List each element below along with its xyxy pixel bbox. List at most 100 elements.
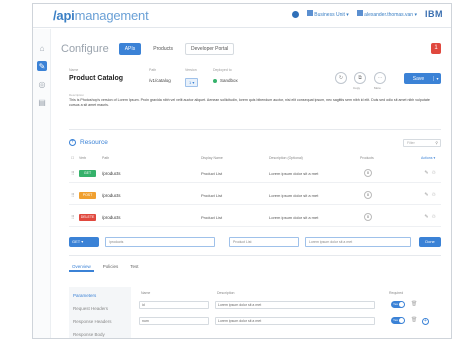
- chevron-down-icon[interactable]: ▾: [433, 76, 441, 81]
- tab-test[interactable]: Test: [127, 263, 141, 272]
- col-display-name[interactable]: Display Name: [201, 156, 223, 160]
- user-menu[interactable]: alexander.thomas.van ▾: [356, 10, 417, 18]
- description-input[interactable]: Lorem ipsum dolor sit a met: [305, 237, 411, 247]
- param-name-input[interactable]: num: [139, 317, 209, 325]
- home-icon[interactable]: ⌂: [37, 43, 47, 53]
- drag-handle-icon[interactable]: ⠿: [71, 171, 75, 177]
- col-products[interactable]: Products: [360, 156, 374, 160]
- nav-response-headers[interactable]: Response Headers: [73, 319, 112, 324]
- tab-policies[interactable]: Policies: [100, 263, 122, 272]
- tab-apis[interactable]: APIs: [118, 43, 142, 55]
- drag-handle-icon[interactable]: ⠿: [71, 193, 75, 199]
- edit-icon[interactable]: ✎: [37, 61, 47, 71]
- delete-row-icon[interactable]: ♲: [432, 192, 439, 198]
- add-resource-icon[interactable]: +: [69, 139, 76, 146]
- param-name-value: id: [142, 303, 145, 307]
- save-label: Save: [412, 75, 425, 82]
- edit-row-icon[interactable]: ✎: [424, 192, 431, 198]
- products-count[interactable]: 0: [364, 191, 372, 199]
- row-display-name: Product List: [201, 193, 223, 198]
- path-input[interactable]: /products: [105, 237, 215, 247]
- param-description-value: Lorem ipsum dolor sit a met: [218, 303, 262, 307]
- col-actions-label: Actions: [421, 156, 433, 160]
- param-col-description: Description: [217, 291, 235, 295]
- more-icon[interactable]: ⋯: [374, 72, 386, 84]
- edit-row-icon[interactable]: ✎: [424, 214, 431, 220]
- nav-parameters[interactable]: Parameters: [73, 293, 96, 298]
- trash-icon[interactable]: 🗑: [411, 317, 417, 323]
- help-icon[interactable]: [291, 10, 299, 18]
- top-bar: /apimanagement Business Unit ▾ alexander…: [33, 4, 451, 28]
- required-toggle[interactable]: Yes: [391, 301, 405, 308]
- deploy-status: Sandbox: [213, 78, 238, 83]
- done-button[interactable]: Done: [419, 237, 441, 247]
- col-description[interactable]: Description (Optional): [269, 156, 303, 160]
- row-display-name: Product List: [201, 215, 223, 220]
- param-description-value: Lorem ipsum dolor sit a met: [218, 319, 262, 323]
- parameter-nav: Parameters Request Headers Response Head…: [69, 287, 131, 338]
- nav-response-body[interactable]: Response Body: [73, 332, 105, 337]
- param-col-required: Required: [389, 291, 404, 295]
- tab-products[interactable]: Products: [147, 43, 179, 55]
- row-actions: ✎♲: [424, 214, 439, 220]
- table-row[interactable]: ⠿ GET /products Product List Lorem ipsum…: [69, 165, 441, 183]
- section-divider: [69, 255, 441, 256]
- products-count[interactable]: 0: [364, 213, 372, 221]
- drag-handle-icon[interactable]: ⠿: [71, 215, 75, 221]
- business-unit-icon: [306, 10, 313, 16]
- select-all-icon[interactable]: ☐: [71, 156, 74, 160]
- verb-badge: GET: [79, 170, 96, 177]
- version-label: Version: [185, 68, 197, 72]
- param-description-input[interactable]: Lorem ipsum dolor sit a met: [215, 317, 375, 325]
- path-label: Path: [149, 68, 157, 72]
- required-toggle-label: Yes: [393, 318, 398, 322]
- alert-badge[interactable]: 1: [431, 43, 441, 54]
- edit-row-icon[interactable]: ✎: [424, 170, 431, 176]
- business-unit-menu[interactable]: Business Unit ▾: [306, 10, 349, 18]
- param-col-name: Name: [141, 291, 151, 295]
- trash-icon[interactable]: 🗑: [411, 301, 417, 307]
- verb-select[interactable]: GET ▾: [69, 237, 99, 247]
- analytics-icon[interactable]: ◎: [37, 79, 47, 89]
- brand-api: /api: [53, 8, 75, 23]
- name-label: Name: [69, 68, 79, 72]
- col-path[interactable]: Path: [102, 156, 109, 160]
- delete-row-icon[interactable]: ♲: [432, 214, 439, 220]
- product-path[interactable]: /v1/catalog: [149, 78, 171, 83]
- deploy-label: Deployed to: [213, 68, 232, 72]
- version-select[interactable]: 1 ▾: [185, 78, 199, 87]
- brand-logo[interactable]: /apimanagement: [53, 8, 149, 23]
- delete-row-icon[interactable]: ♲: [432, 170, 439, 176]
- copy-icon[interactable]: ⧉: [354, 72, 366, 84]
- resource-title: Resource: [80, 139, 108, 146]
- more-label: More: [374, 86, 381, 90]
- table-row[interactable]: ⠿ DELETE /products Product List Lorem ip…: [69, 209, 441, 227]
- product-name[interactable]: Product Catalog: [69, 75, 123, 82]
- nav-request-headers[interactable]: Request Headers: [73, 306, 108, 311]
- display-name-input[interactable]: Product List: [229, 237, 299, 247]
- col-actions[interactable]: Actions ▾: [421, 156, 435, 160]
- table-row[interactable]: ⠿ POST /products Product List Lorem ipsu…: [69, 187, 441, 205]
- param-description-input[interactable]: Lorem ipsum dolor sit a met: [215, 301, 375, 309]
- product-description[interactable]: This is Photoshop's version of Lorem Ips…: [69, 98, 439, 108]
- tab-overview[interactable]: Overview: [69, 263, 94, 272]
- settings-icon[interactable]: ▤: [37, 97, 47, 107]
- resource-header[interactable]: + Resource: [69, 139, 108, 146]
- filter-input[interactable]: Filter ⚲: [403, 139, 441, 147]
- deploy-value: Sandbox: [220, 78, 238, 83]
- refresh-icon[interactable]: ↻: [335, 72, 347, 84]
- save-button[interactable]: Save ▾: [404, 73, 441, 84]
- required-toggle[interactable]: Yes: [391, 317, 405, 324]
- param-name-value: num: [142, 319, 149, 323]
- section-divider: [69, 129, 441, 130]
- col-verb[interactable]: Verb: [79, 156, 86, 160]
- row-actions: ✎♲: [424, 170, 439, 176]
- tab-developer-portal[interactable]: Developer Portal: [185, 43, 235, 55]
- param-name-input[interactable]: id: [139, 301, 209, 309]
- version-value: 1 ▾: [185, 78, 199, 87]
- products-count[interactable]: 0: [364, 169, 372, 177]
- copy-label: Copy: [353, 86, 361, 90]
- description-input-value: Lorem ipsum dolor sit a met: [309, 240, 353, 244]
- add-parameter-icon[interactable]: +: [422, 318, 429, 325]
- row-path: /products: [102, 193, 121, 198]
